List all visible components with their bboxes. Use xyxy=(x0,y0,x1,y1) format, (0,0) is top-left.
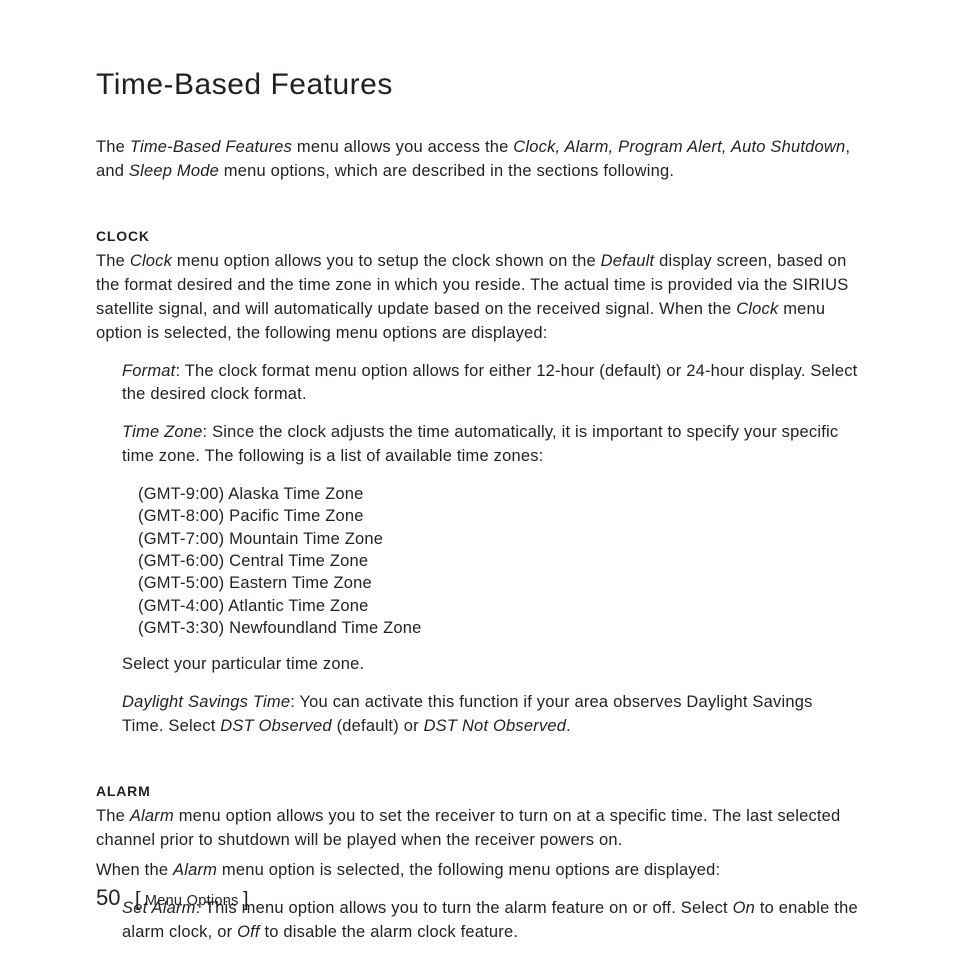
timezone-item: (GMT-8:00) Pacific Time Zone xyxy=(138,505,858,527)
text-em: Clock xyxy=(736,300,778,318)
text: : Since the clock adjusts the time autom… xyxy=(122,423,838,465)
footer-label: Menu Options xyxy=(141,893,244,909)
text: When the xyxy=(96,861,173,879)
text-em: Clock xyxy=(130,252,172,270)
alarm-paragraph-1: The Alarm menu option allows you to set … xyxy=(96,805,858,853)
section-heading-clock: Clock xyxy=(96,228,858,244)
text: menu option allows you to setup the cloc… xyxy=(172,252,601,270)
text-em: Sleep Mode xyxy=(129,162,219,180)
page-title: Time-Based Features xyxy=(96,68,858,102)
clock-select-tz: Select your particular time zone. xyxy=(96,653,858,677)
text-em: DST Observed xyxy=(220,717,332,735)
text-em: Time-Based Features xyxy=(130,138,292,156)
text-em: On xyxy=(733,899,755,917)
timezone-item: (GMT-7:00) Mountain Time Zone xyxy=(138,528,858,550)
document-page: Time-Based Features The Time-Based Featu… xyxy=(0,0,954,944)
text: : The clock format menu option allows fo… xyxy=(122,362,857,404)
text: to disable the alarm clock feature. xyxy=(260,923,519,941)
text: menu allows you access the xyxy=(292,138,513,156)
timezone-item: (GMT-5:00) Eastern Time Zone xyxy=(138,572,858,594)
timezone-item: (GMT-3:30) Newfoundland Time Zone xyxy=(138,617,858,639)
timezone-item: (GMT-6:00) Central Time Zone xyxy=(138,550,858,572)
bracket-right: ] xyxy=(243,889,249,911)
text: The xyxy=(96,807,130,825)
text-em: DST Not Observed xyxy=(424,717,567,735)
clock-paragraph-1: The Clock menu option allows you to setu… xyxy=(96,250,858,346)
text-em: Format xyxy=(122,362,175,380)
section-heading-alarm: Alarm xyxy=(96,783,858,799)
text-em: Default xyxy=(601,252,655,270)
text: The xyxy=(96,252,130,270)
intro-paragraph: The Time-Based Features menu allows you … xyxy=(96,136,858,184)
text-em: Time Zone xyxy=(122,423,203,441)
alarm-paragraph-2: When the Alarm menu option is selected, … xyxy=(96,859,858,883)
text: (default) or xyxy=(332,717,424,735)
clock-timezone-option: Time Zone: Since the clock adjusts the t… xyxy=(96,421,858,469)
text: menu option allows you to set the receiv… xyxy=(96,807,840,849)
text-em: Alarm xyxy=(173,861,217,879)
text: : This menu option allows you to turn th… xyxy=(196,899,733,917)
timezone-item: (GMT-4:00) Atlantic Time Zone xyxy=(138,595,858,617)
text: menu options, which are described in the… xyxy=(219,162,674,180)
timezone-list: (GMT-9:00) Alaska Time Zone (GMT-8:00) P… xyxy=(96,483,858,639)
text-em: Alarm xyxy=(130,807,174,825)
page-number: 50 xyxy=(96,885,120,910)
text: menu option is selected, the following m… xyxy=(217,861,720,879)
text: The xyxy=(96,138,130,156)
text-em: Daylight Savings Time xyxy=(122,693,290,711)
clock-format-option: Format: The clock format menu option all… xyxy=(96,360,858,408)
timezone-item: (GMT-9:00) Alaska Time Zone xyxy=(138,483,858,505)
text-em: Clock, Alarm, Program Alert, Auto Shutdo… xyxy=(513,138,845,156)
text-em: Off xyxy=(237,923,260,941)
text: . xyxy=(566,717,571,735)
page-footer: 50 [ Menu Options ] xyxy=(96,885,249,912)
clock-dst-option: Daylight Savings Time: You can activate … xyxy=(96,691,858,739)
